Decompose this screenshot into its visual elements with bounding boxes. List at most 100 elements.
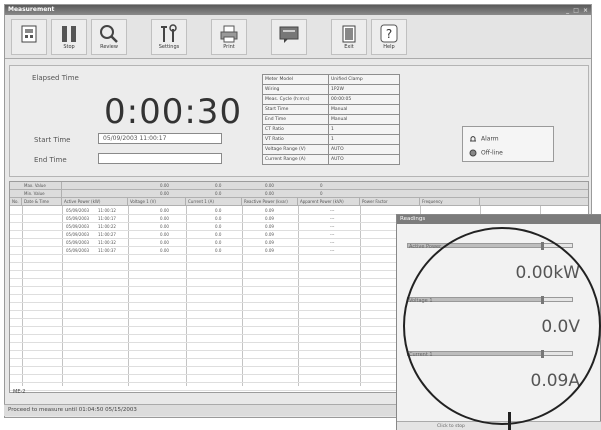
row-reactive: --- <box>330 224 335 229</box>
row-power: 0.00 <box>160 224 169 229</box>
row-voltage: 0.0 <box>215 216 222 221</box>
exit-icon <box>342 25 356 43</box>
screen-icon <box>279 26 299 43</box>
popup-title[interactable]: Readings <box>397 215 601 224</box>
column-header[interactable]: Power Factor <box>360 198 420 206</box>
stop-button[interactable]: Stop <box>51 19 87 55</box>
column-header[interactable]: Frequency <box>420 198 480 206</box>
settings-button[interactable]: Settings <box>151 19 187 55</box>
print-button-label: Print <box>223 44 235 50</box>
meter-button[interactable] <box>11 19 47 55</box>
window-titlebar[interactable]: Measurement _ □ × <box>5 5 591 15</box>
settings-row: Current Range (A) AUTO <box>262 154 400 165</box>
exit-button-label: Exit <box>344 44 354 50</box>
help-button-label: Help <box>383 44 395 50</box>
column-header[interactable]: Current 1 (A) <box>186 198 242 206</box>
settings-row: Meter Model Unified Clamp <box>262 74 400 85</box>
grid-column-line <box>360 206 361 386</box>
settings-value: 1 <box>328 124 400 135</box>
settings-value: Unified Clamp <box>328 74 400 85</box>
sheet-tab[interactable]: ME-2 <box>13 389 25 395</box>
row-time: 11:00:12 <box>98 208 116 213</box>
offline-label: Off-line <box>481 149 503 157</box>
row-time: 11:00:37 <box>98 248 116 253</box>
summary-label: Max. Value <box>22 182 62 190</box>
exit-button[interactable]: Exit <box>331 19 367 55</box>
review-button[interactable]: Review <box>91 19 127 55</box>
column-header[interactable]: Active Power (kW) <box>62 198 128 206</box>
grid-column-line <box>128 206 129 386</box>
settings-row: Start Time Manual <box>262 104 400 115</box>
print-icon <box>220 25 238 43</box>
settings-value: 00:00:05 <box>328 94 400 105</box>
row-reactive: --- <box>330 232 335 237</box>
row-reactive: --- <box>330 248 335 253</box>
grid-column-line <box>22 206 23 386</box>
settings-key: VT Ratio <box>262 134 329 145</box>
help-button[interactable]: ? Help <box>371 19 407 55</box>
alarm-status-box: Alarm Off-line <box>462 126 554 162</box>
summary-row <box>10 190 588 198</box>
help-icon: ? <box>380 24 398 43</box>
row-power: 0.00 <box>160 232 169 237</box>
elapsed-time-value: 0:00:30 <box>104 92 243 132</box>
row-voltage: 0.0 <box>215 224 222 229</box>
row-current: 0.09 <box>265 232 274 237</box>
tools-icon <box>161 24 177 42</box>
column-header[interactable]: Apparent Power (kVA) <box>298 198 360 206</box>
row-time: 11:00:27 <box>98 232 116 237</box>
settings-row: Meas. Cycle (h:m:s) 00:00:05 <box>262 94 400 105</box>
column-header[interactable]: Voltage 1 (V) <box>128 198 186 206</box>
stop-icon <box>62 26 76 42</box>
settings-value: Manual <box>328 104 400 115</box>
plug-icon <box>469 149 477 157</box>
end-time-field <box>98 153 222 164</box>
summary-cell: 0.0 <box>215 191 222 196</box>
window-title: Measurement <box>8 6 55 13</box>
column-header[interactable]: No. <box>10 198 22 206</box>
print-button[interactable]: Print <box>211 19 247 55</box>
row-time: 11:00:32 <box>98 240 116 245</box>
summary-cell: 0.0 <box>215 183 222 188</box>
row-power: 0.00 <box>160 248 169 253</box>
row-power: 0.00 <box>160 208 169 213</box>
settings-key: Wiring <box>262 84 329 95</box>
summary-cell: 0.00 <box>160 183 169 188</box>
settings-key: Meter Model <box>262 74 329 85</box>
meter-icon <box>21 25 37 43</box>
row-reactive: --- <box>330 208 335 213</box>
search-icon <box>100 25 118 43</box>
grid-column-line <box>186 206 187 386</box>
settings-key: End Time <box>262 114 329 125</box>
display-button[interactable] <box>271 19 307 55</box>
start-time-field: 05/09/2003 11:00:17 <box>98 133 222 144</box>
callout-line <box>508 412 511 430</box>
svg-text:?: ? <box>386 27 392 41</box>
row-reactive: --- <box>330 240 335 245</box>
summary-cell: 0 <box>320 191 323 196</box>
magnify-circle <box>403 227 601 425</box>
settings-value: 1P2W <box>328 84 400 95</box>
settings-value: Manual <box>328 114 400 125</box>
grid-column-line <box>242 206 243 386</box>
column-header[interactable]: Reactive Power (kvar) <box>242 198 298 206</box>
settings-button-label: Settings <box>158 44 180 50</box>
end-time-label: End Time <box>34 156 67 164</box>
row-time: 11:00:22 <box>98 224 116 229</box>
settings-row: Wiring 1P2W <box>262 84 400 95</box>
settings-value: AUTO <box>328 154 400 165</box>
settings-row: CT Ratio 1 <box>262 124 400 135</box>
row-voltage: 0.0 <box>215 208 222 213</box>
measurement-settings-table: Meter Model Unified Clamp Wiring 1P2W Meas. … <box>262 74 400 165</box>
row-current: 0.09 <box>265 208 274 213</box>
settings-row: End Time Manual <box>262 114 400 125</box>
settings-row: Voltage Range (V) AUTO <box>262 144 400 155</box>
bell-icon <box>470 136 476 142</box>
settings-key: Voltage Range (V) <box>262 144 329 155</box>
settings-value: AUTO <box>328 144 400 155</box>
summary-cell: 0.00 <box>160 191 169 196</box>
settings-key: Meas. Cycle (h:m:s) <box>262 94 329 105</box>
settings-key: Current Range (A) <box>262 154 329 165</box>
column-header[interactable]: Date & Time <box>22 198 62 206</box>
row-date: 05/09/2003 <box>66 216 90 221</box>
